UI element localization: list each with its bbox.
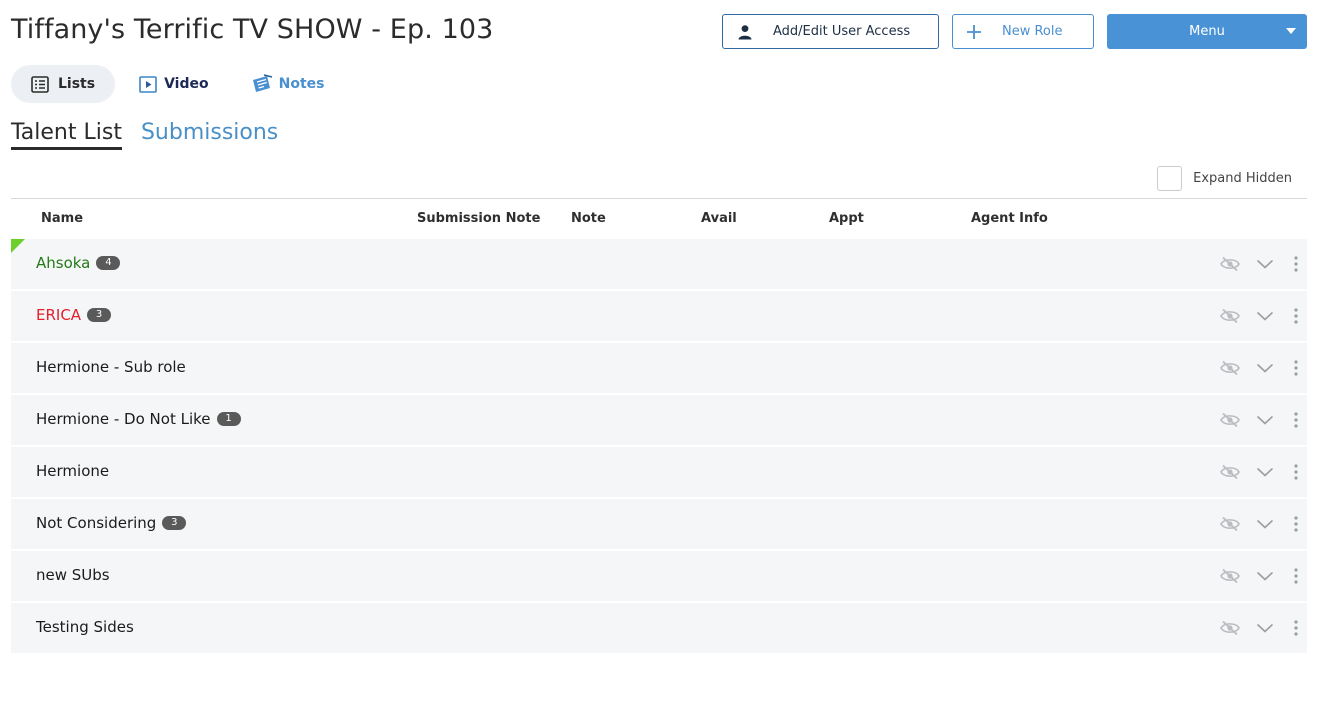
tab-submissions[interactable]: Submissions [141, 120, 278, 150]
row-name-label: ERICA [36, 306, 82, 324]
column-header-agent-info[interactable]: Agent Info [971, 211, 1048, 226]
chevron-down-icon[interactable] [1256, 307, 1274, 325]
column-header-submission-note[interactable]: Submission Note [417, 211, 540, 226]
tab-video-label: Video [164, 76, 209, 92]
kebab-icon[interactable] [1293, 515, 1299, 533]
view-tabs: Lists Video Notes [11, 65, 324, 103]
count-badge: 3 [87, 308, 112, 322]
kebab-icon[interactable] [1293, 307, 1299, 325]
count-badge: 4 [96, 256, 121, 270]
caret-down-icon [1286, 28, 1296, 34]
video-play-icon [139, 75, 157, 93]
row-name[interactable]: Testing Sides [36, 618, 134, 636]
row-name-label: Not Considering [36, 514, 157, 532]
header-actions: Add/Edit User Access New Role Menu [722, 14, 1307, 49]
table-row[interactable]: Not Considering 3 [11, 499, 1307, 549]
tab-talent-list[interactable]: Talent List [11, 120, 122, 150]
chevron-down-icon[interactable] [1256, 515, 1274, 533]
add-edit-user-access-label: Add/Edit User Access [773, 24, 911, 39]
chevron-down-icon[interactable] [1256, 567, 1274, 585]
row-actions [1220, 619, 1299, 637]
column-header-note[interactable]: Note [571, 211, 606, 226]
plus-icon [967, 24, 981, 39]
row-actions [1220, 255, 1299, 273]
new-role-label: New Role [1002, 24, 1063, 39]
tab-lists-label: Lists [58, 76, 96, 92]
add-edit-user-access-button[interactable]: Add/Edit User Access [722, 14, 939, 49]
list-tabs: Talent List Submissions [11, 120, 278, 150]
count-badge: 1 [216, 412, 241, 426]
column-header-appt[interactable]: Appt [829, 211, 864, 226]
row-actions [1220, 515, 1299, 533]
expand-hidden-label: Expand Hidden [1193, 171, 1292, 186]
eye-slash-icon[interactable] [1220, 411, 1240, 429]
new-role-button[interactable]: New Role [952, 14, 1094, 49]
row-name[interactable]: ERICA 3 [36, 306, 112, 324]
count-badge: 3 [162, 516, 187, 530]
row-actions [1220, 411, 1299, 429]
kebab-icon[interactable] [1293, 411, 1299, 429]
expand-hidden-checkbox[interactable] [1157, 166, 1183, 191]
column-header-avail[interactable]: Avail [701, 211, 737, 226]
table-row[interactable]: Hermione - Sub role [11, 343, 1307, 393]
chevron-down-icon[interactable] [1256, 463, 1274, 481]
eye-slash-icon[interactable] [1220, 619, 1240, 637]
table-row[interactable]: Hermione - Do Not Like 1 [11, 395, 1307, 445]
tab-notes-label: Notes [278, 76, 325, 92]
list-icon [31, 75, 49, 93]
user-icon [738, 24, 752, 39]
eye-slash-icon[interactable] [1220, 567, 1240, 585]
kebab-icon[interactable] [1293, 359, 1299, 377]
row-actions [1220, 359, 1299, 377]
kebab-icon[interactable] [1293, 619, 1299, 637]
table-row[interactable]: ERICA 3 [11, 291, 1307, 341]
eye-slash-icon[interactable] [1220, 515, 1240, 533]
kebab-icon[interactable] [1293, 255, 1299, 273]
kebab-icon[interactable] [1293, 463, 1299, 481]
row-name-label: new SUbs [36, 566, 110, 584]
column-header-name[interactable]: Name [41, 211, 83, 226]
row-name-label: Hermione - Sub role [36, 358, 186, 376]
table-row[interactable]: Testing Sides [11, 603, 1307, 653]
talent-list-table: Name Submission Note Note Avail Appt Age… [11, 198, 1307, 655]
tab-lists[interactable]: Lists [11, 65, 116, 103]
row-name[interactable]: Hermione - Do Not Like 1 [36, 410, 241, 428]
row-actions [1220, 463, 1299, 481]
eye-slash-icon[interactable] [1220, 255, 1240, 273]
row-name-label: Testing Sides [36, 618, 134, 636]
chevron-down-icon[interactable] [1256, 619, 1274, 637]
table-row[interactable]: new SUbs [11, 551, 1307, 601]
row-name[interactable]: Hermione - Sub role [36, 358, 186, 376]
row-name-label: Hermione - Do Not Like [36, 410, 211, 428]
row-name-label: Hermione [36, 462, 110, 480]
chevron-down-icon[interactable] [1256, 359, 1274, 377]
menu-button[interactable]: Menu [1107, 14, 1307, 49]
row-name[interactable]: new SUbs [36, 566, 110, 584]
eye-slash-icon[interactable] [1220, 307, 1240, 325]
table-row[interactable]: Hermione [11, 447, 1307, 497]
menu-label: Menu [1189, 24, 1225, 39]
row-actions [1220, 567, 1299, 585]
tab-notes[interactable]: Notes [251, 65, 325, 103]
kebab-icon[interactable] [1293, 567, 1299, 585]
row-name[interactable]: Not Considering 3 [36, 514, 187, 532]
eye-slash-icon[interactable] [1220, 359, 1240, 377]
notes-icon [252, 74, 272, 92]
row-name[interactable]: Hermione [36, 462, 109, 480]
chevron-down-icon[interactable] [1256, 255, 1274, 273]
row-name-label: Ahsoka [36, 254, 91, 272]
table-header: Name Submission Note Note Avail Appt Age… [11, 199, 1307, 239]
row-name[interactable]: Ahsoka 4 [36, 254, 121, 272]
chevron-down-icon[interactable] [1256, 411, 1274, 429]
table-row[interactable]: Ahsoka 4 [11, 239, 1307, 289]
eye-slash-icon[interactable] [1220, 463, 1240, 481]
new-flag-marker [11, 239, 25, 253]
row-actions [1220, 307, 1299, 325]
tab-video[interactable]: Video [139, 65, 209, 103]
page-title: Tiffany's Terrific TV SHOW - Ep. 103 [11, 14, 494, 45]
expand-hidden-toggle: Expand Hidden [1157, 166, 1292, 191]
